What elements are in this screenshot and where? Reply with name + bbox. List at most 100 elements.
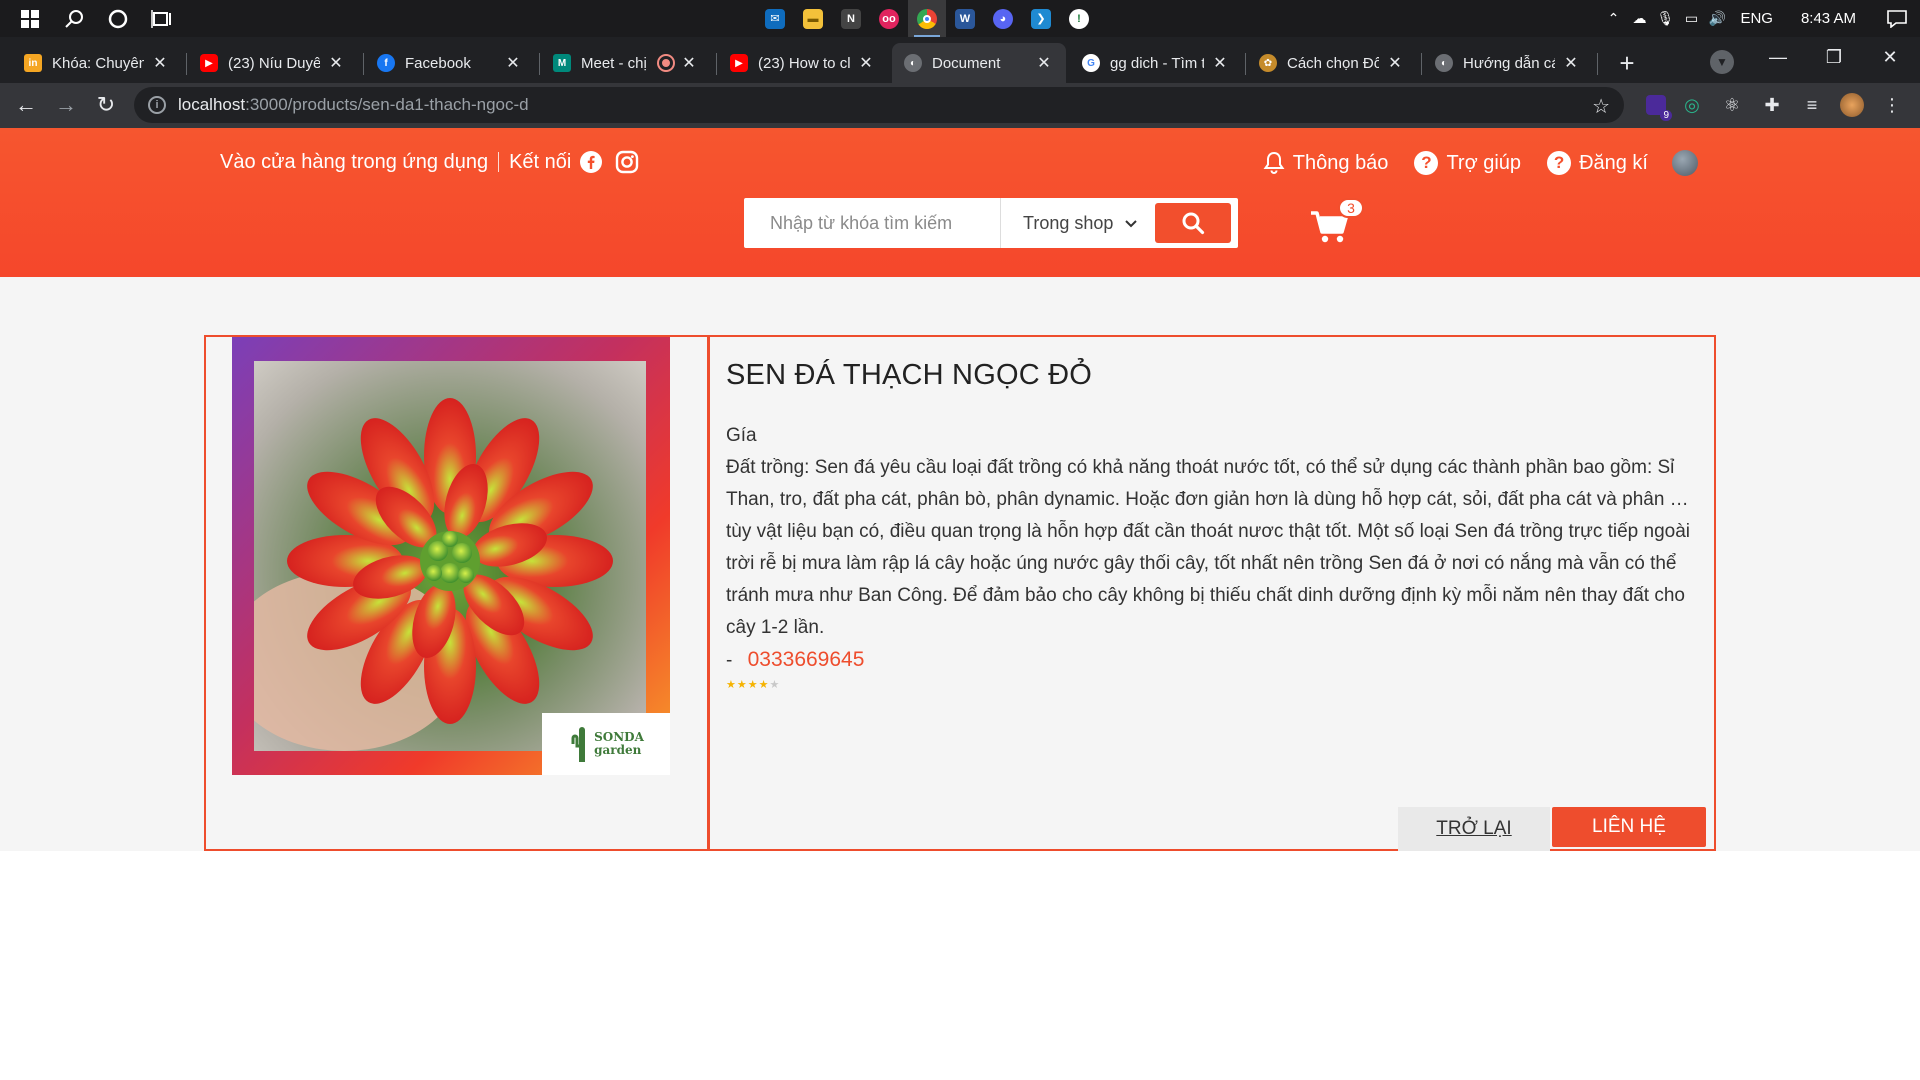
phone-row: - 0333669645 xyxy=(726,644,1706,677)
grammarly-icon[interactable]: ◎ xyxy=(1678,91,1706,119)
back-arrow-icon[interactable]: ← xyxy=(8,87,44,123)
star-icon: ★ xyxy=(726,679,736,691)
google-icon: G xyxy=(1082,54,1100,72)
user-avatar[interactable] xyxy=(1672,150,1698,176)
app-icon[interactable]: ! xyxy=(1060,0,1098,37)
search-button[interactable] xyxy=(1155,203,1231,243)
rating-stars: ★ ★ ★ ★ ★ xyxy=(726,679,1706,691)
register-link[interactable]: ? Đăng kí xyxy=(1547,151,1648,175)
minimize-icon[interactable]: — xyxy=(1750,37,1806,77)
reading-list-icon[interactable]: ≡ xyxy=(1798,91,1826,119)
facebook-icon[interactable] xyxy=(579,150,603,174)
restore-icon[interactable]: ❐ xyxy=(1806,37,1862,77)
site-info-icon[interactable]: i xyxy=(148,96,166,114)
bell-icon xyxy=(1263,151,1285,175)
mail-app-icon[interactable]: ✉ xyxy=(756,0,794,37)
more-menu-icon[interactable]: ⋮ xyxy=(1878,91,1906,119)
volume-icon[interactable]: 🔊 xyxy=(1704,0,1730,37)
tab-search-icon[interactable]: ▼ xyxy=(1710,50,1734,74)
discord-app-icon[interactable]: ◕ xyxy=(984,0,1022,37)
chrome-app-icon[interactable] xyxy=(908,0,946,37)
close-window-icon[interactable]: ✕ xyxy=(1862,37,1918,77)
windows-start-icon[interactable] xyxy=(8,0,52,37)
task-view-icon[interactable] xyxy=(140,0,184,37)
vscode-app-icon[interactable]: ❯ xyxy=(1022,0,1060,37)
chevron-down-icon xyxy=(1125,216,1138,231)
tab-label: gg dich - Tìm t xyxy=(1110,54,1204,72)
youtube-icon: ▶ xyxy=(730,54,748,72)
star-icon: ★ xyxy=(736,679,747,691)
browser-tab[interactable]: ▶ (23) How to cl ✕ xyxy=(718,43,888,83)
input-language[interactable]: ENG xyxy=(1730,10,1783,27)
close-tab-icon[interactable]: ✕ xyxy=(150,53,170,73)
address-bar[interactable]: i localhost:3000/products/sen-da1-thach-… xyxy=(134,87,1624,123)
tab-label: Document xyxy=(932,54,1001,72)
star-icon: ★ xyxy=(747,679,758,691)
browser-toolbar: ← → ↻ i localhost:3000/products/sen-da1-… xyxy=(0,83,1920,128)
browser-tab[interactable]: ▶ (23) Níu Duyên ✕ xyxy=(188,43,358,83)
tab-label: (23) Níu Duyên xyxy=(228,54,320,72)
reload-icon[interactable]: ↻ xyxy=(88,87,124,123)
instagram-icon[interactable] xyxy=(615,150,639,174)
word-app-icon[interactable]: W xyxy=(946,0,984,37)
facebook-icon: f xyxy=(377,54,395,72)
cactus-logo-icon xyxy=(568,724,590,764)
close-tab-icon[interactable]: ✕ xyxy=(1385,53,1405,73)
cart-button[interactable]: 3 xyxy=(1310,198,1364,248)
notifications-label: Thông báo xyxy=(1292,151,1389,174)
profile-avatar[interactable] xyxy=(1838,91,1866,119)
cloud-icon[interactable]: ☁ xyxy=(1626,0,1652,37)
browser-tab[interactable]: M Meet - chị ✕ xyxy=(541,43,711,83)
close-tab-icon[interactable]: ✕ xyxy=(503,53,523,73)
contact-button[interactable]: LIÊN HỆ xyxy=(1552,807,1706,847)
main-content: SONDA garden SEN ĐÁ THẠCH NGỌC ĐỎ Gía Đất… xyxy=(0,277,1920,851)
new-tab-icon[interactable]: + xyxy=(1612,45,1642,81)
battery-icon[interactable]: ▭ xyxy=(1678,0,1704,37)
close-tab-icon[interactable]: ✕ xyxy=(679,53,699,73)
chevron-up-icon[interactable]: ⌃ xyxy=(1600,0,1626,37)
store-app-link[interactable]: Vào cửa hàng trong ứng dụng xyxy=(220,151,488,174)
notion-app-icon[interactable]: N xyxy=(832,0,870,37)
phone-number[interactable]: 0333669645 xyxy=(748,648,865,671)
product-info-column: SEN ĐÁ THẠCH NGỌC ĐỎ Gía Đất trồng: Sen … xyxy=(718,337,1714,849)
tab-label: (23) How to cl xyxy=(758,54,850,72)
notifications-link[interactable]: Thông báo xyxy=(1263,151,1389,175)
forward-arrow-icon[interactable]: → xyxy=(48,87,84,123)
search-scope-select[interactable]: Trong shop xyxy=(1001,198,1153,248)
file-explorer-icon[interactable]: ▬ xyxy=(794,0,832,37)
search-input[interactable] xyxy=(744,198,1000,248)
product-image: SONDA garden xyxy=(232,337,670,775)
cart-count-badge: 3 xyxy=(1338,198,1364,218)
browser-tab-active[interactable]: ◐ Document ✕ xyxy=(892,43,1066,83)
url-host: localhost xyxy=(178,95,246,114)
youtube-icon: ▶ xyxy=(200,54,218,72)
back-button[interactable]: TRỞ LẠI xyxy=(1398,807,1550,851)
brand-watermark: SONDA garden xyxy=(542,713,670,775)
close-tab-icon[interactable]: ✕ xyxy=(1034,53,1054,73)
browser-tab[interactable]: G gg dich - Tìm t ✕ xyxy=(1070,43,1242,83)
notification-center-icon[interactable] xyxy=(1874,0,1920,37)
windows-taskbar: ✉ ▬ N oo W ◕ ❯ ! ⌃ ☁ 🎙 ▭ 🔊 ENG 8:43 AM xyxy=(0,0,1920,37)
close-tab-icon[interactable]: ✕ xyxy=(326,53,346,73)
browser-tab[interactable]: ✿ Cách chọn Đôi ✕ xyxy=(1247,43,1417,83)
browser-tab[interactable]: in Khóa: Chuyên ✕ xyxy=(12,43,182,83)
close-tab-icon[interactable]: ✕ xyxy=(1210,53,1230,73)
microphone-icon[interactable]: 🎙 xyxy=(1652,0,1678,37)
cortana-icon[interactable] xyxy=(96,0,140,37)
search-icon[interactable] xyxy=(52,0,96,37)
bookmark-star-icon[interactable]: ☆ xyxy=(1592,94,1610,119)
puzzle-extensions-icon[interactable]: ✚ xyxy=(1758,91,1786,119)
close-tab-icon[interactable]: ✕ xyxy=(1561,53,1581,73)
react-devtools-icon[interactable]: ⚛ xyxy=(1718,91,1746,119)
help-link[interactable]: ? Trợ giúp xyxy=(1414,151,1521,175)
extension-badge: 9 xyxy=(1660,110,1672,121)
extension-icon[interactable]: 9 xyxy=(1642,91,1672,121)
clock[interactable]: 8:43 AM xyxy=(1783,10,1874,27)
close-tab-icon[interactable]: ✕ xyxy=(856,53,876,73)
star-icon: ★ xyxy=(758,679,769,691)
browser-tab[interactable]: ◐ Hướng dẫn cá ✕ xyxy=(1423,43,1593,83)
screen-recorder-icon[interactable]: oo xyxy=(870,0,908,37)
register-label: Đăng kí xyxy=(1579,151,1648,174)
browser-tab[interactable]: f Facebook ✕ xyxy=(365,43,535,83)
search-bar: Trong shop xyxy=(744,198,1238,248)
